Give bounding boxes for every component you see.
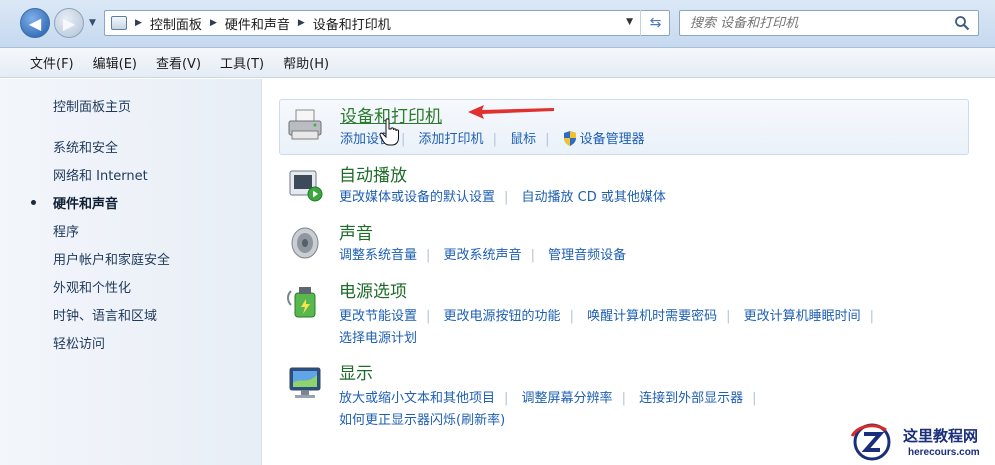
- link-add-printer[interactable]: 添加打印机: [419, 132, 484, 147]
- link-adjust-resolution[interactable]: 调整屏幕分辨率: [522, 391, 613, 406]
- link-fix-flicker[interactable]: 如何更正显示器闪烁(刷新率): [339, 413, 505, 428]
- link-manage-audio-devices[interactable]: 管理音频设备: [548, 248, 626, 263]
- link-connect-external-display[interactable]: 连接到外部显示器: [639, 391, 743, 406]
- menu-bar: 文件(F) 编辑(E) 查看(V) 工具(T) 帮助(H): [0, 48, 995, 78]
- link-adjust-volume[interactable]: 调整系统音量: [339, 248, 417, 263]
- back-arrow-icon: ◀: [28, 13, 42, 33]
- power-links: 更改节能设置 | 更改电源按钮的功能 | 唤醒计算机时需要密码 | 更改计算机睡眠时间…: [339, 309, 875, 324]
- uac-shield-icon: [563, 131, 576, 146]
- sidebar-item-network-internet[interactable]: 网络和 Internet: [53, 165, 148, 184]
- speaker-icon[interactable]: [285, 223, 325, 263]
- breadcrumb-chevron-icon[interactable]: ▶: [135, 18, 142, 28]
- breadcrumb-devices-printers[interactable]: 设备和打印机: [313, 14, 391, 33]
- link-choose-power-plan[interactable]: 选择电源计划: [339, 331, 417, 346]
- link-power-button-function[interactable]: 更改电源按钮的功能: [444, 309, 561, 324]
- menu-view[interactable]: 查看(V): [156, 53, 201, 72]
- watermark-url: herecours.com: [908, 447, 980, 458]
- address-dropdown-icon[interactable]: ▼: [626, 17, 633, 27]
- sidebar-item-hardware-sound[interactable]: 硬件和声音: [53, 193, 118, 212]
- annotation-arrow-icon: [468, 105, 554, 119]
- category-title-power-options[interactable]: 电源选项: [339, 277, 407, 302]
- forward-button[interactable]: ▶: [54, 8, 84, 38]
- back-button[interactable]: ◀: [20, 8, 50, 38]
- category-title-sound[interactable]: 声音: [339, 219, 373, 244]
- watermark: 这里教程网 herecours.com: [848, 420, 995, 465]
- main-content: 设备和打印机 添加设备 | 添加打印机 | 鼠标 | 设备管理器 自动播放 更改媒体或…: [263, 79, 995, 465]
- link-change-system-sounds[interactable]: 更改系统声音: [444, 248, 522, 263]
- link-mouse[interactable]: 鼠标: [510, 132, 536, 147]
- refresh-button[interactable]: ⇆: [640, 10, 670, 36]
- category-sound: 声音 调整系统音量 | 更改系统声音 | 管理音频设备: [279, 219, 969, 269]
- breadcrumb-chevron-icon[interactable]: ▶: [298, 18, 305, 28]
- link-device-manager[interactable]: 设备管理器: [580, 132, 645, 147]
- category-title-autoplay[interactable]: 自动播放: [339, 161, 407, 186]
- sidebar-item-ease-of-access[interactable]: 轻松访问: [53, 333, 105, 352]
- display-links: 放大或缩小文本和其他项目 | 调整屏幕分辨率 | 连接到外部显示器 |: [339, 391, 757, 406]
- sidebar-item-clock-language[interactable]: 时钟、语言和区域: [53, 305, 157, 324]
- control-panel-icon: [111, 16, 127, 30]
- recent-pages-dropdown[interactable]: ▼: [89, 18, 96, 28]
- sidebar-item-user-accounts[interactable]: 用户帐户和家庭安全: [53, 249, 170, 268]
- breadcrumb-hardware-sound[interactable]: 硬件和声音: [225, 14, 290, 33]
- link-change-media-defaults[interactable]: 更改媒体或设备的默认设置: [339, 190, 495, 205]
- forward-arrow-icon: ▶: [62, 13, 76, 33]
- search-box[interactable]: [679, 10, 979, 36]
- link-require-password-wakeup[interactable]: 唤醒计算机时需要密码: [587, 309, 717, 324]
- sound-links: 调整系统音量 | 更改系统声音 | 管理音频设备: [339, 248, 627, 263]
- link-change-power-saving[interactable]: 更改节能设置: [339, 309, 417, 324]
- link-make-text-larger[interactable]: 放大或缩小文本和其他项目: [339, 391, 495, 406]
- menu-help[interactable]: 帮助(H): [283, 53, 329, 72]
- link-autoplay-cd[interactable]: 自动播放 CD 或其他媒体: [522, 190, 666, 205]
- menu-edit[interactable]: 编辑(E): [93, 53, 137, 72]
- search-icon[interactable]: [954, 15, 970, 31]
- autoplay-icon[interactable]: [285, 165, 325, 205]
- sidebar-item-system-security[interactable]: 系统和安全: [53, 137, 118, 156]
- link-change-sleep-time[interactable]: 更改计算机睡眠时间: [744, 309, 861, 324]
- power-icon[interactable]: [285, 281, 325, 321]
- address-toolbar: ◀ ▶ ▼ ▶ 控制面板 ▶ 硬件和声音 ▶ 设备和打印机 ▼ ⇆: [0, 0, 995, 48]
- address-bar[interactable]: ▶ 控制面板 ▶ 硬件和声音 ▶ 设备和打印机 ▼: [104, 10, 670, 36]
- breadcrumb-control-panel[interactable]: 控制面板: [150, 14, 202, 33]
- left-navigation-pane: 控制面板主页 系统和安全 网络和 Internet 硬件和声音 程序 用户帐户和…: [0, 79, 262, 465]
- monitor-icon[interactable]: [285, 363, 325, 403]
- sidebar-item-programs[interactable]: 程序: [53, 221, 79, 240]
- breadcrumb-chevron-icon[interactable]: ▶: [210, 18, 217, 28]
- category-power-options: 电源选项 更改节能设置 | 更改电源按钮的功能 | 唤醒计算机时需要密码 | 更改计算…: [279, 277, 969, 349]
- hand-cursor-icon: [379, 118, 399, 146]
- autoplay-links: 更改媒体或设备的默认设置 | 自动播放 CD 或其他媒体: [339, 190, 666, 205]
- watermark-logo-icon: [850, 423, 891, 461]
- sidebar-home-link[interactable]: 控制面板主页: [53, 96, 131, 115]
- active-item-bullet-icon: [31, 200, 36, 205]
- menu-tools[interactable]: 工具(T): [220, 53, 264, 72]
- category-title-display[interactable]: 显示: [339, 359, 373, 384]
- search-input[interactable]: [690, 15, 950, 31]
- category-autoplay: 自动播放 更改媒体或设备的默认设置 | 自动播放 CD 或其他媒体: [279, 161, 969, 211]
- power-links-row2: 选择电源计划: [339, 327, 417, 346]
- watermark-text: 这里教程网: [903, 427, 979, 445]
- refresh-icon: ⇆: [649, 15, 662, 31]
- sidebar-item-appearance[interactable]: 外观和个性化: [53, 277, 131, 296]
- printer-icon[interactable]: [286, 106, 326, 146]
- menu-file[interactable]: 文件(F): [30, 53, 74, 72]
- display-links-row2: 如何更正显示器闪烁(刷新率): [339, 409, 505, 428]
